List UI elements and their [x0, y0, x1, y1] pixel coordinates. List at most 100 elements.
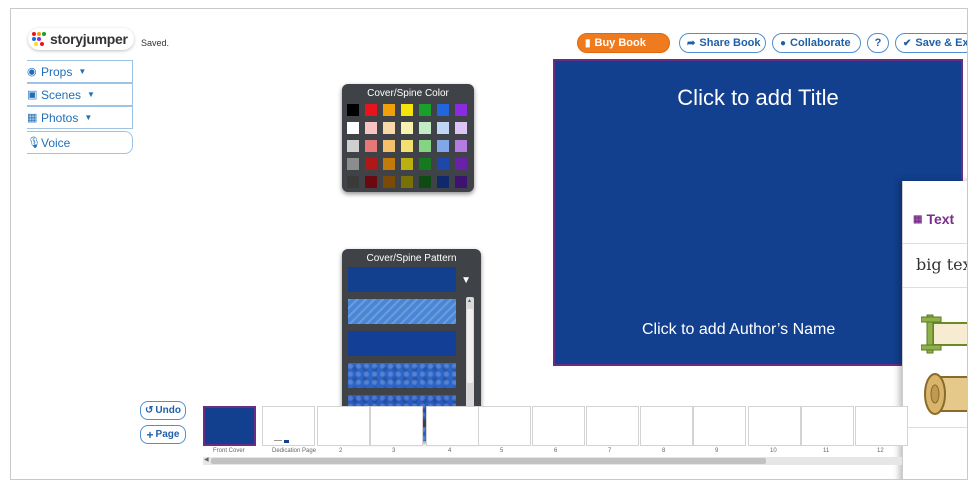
- pattern-option[interactable]: [348, 331, 456, 356]
- cover-author-placeholder[interactable]: Click to add Author’s Name: [642, 321, 835, 339]
- page-label: 10: [770, 448, 777, 454]
- scrollbar-thumb[interactable]: [467, 309, 473, 383]
- color-swatch[interactable]: [437, 176, 449, 188]
- color-swatch[interactable]: [347, 158, 359, 170]
- page-thumbnail[interactable]: [640, 406, 693, 446]
- voice-button[interactable]: 🎙 Voice: [27, 131, 133, 154]
- chevron-down-icon[interactable]: ▼: [461, 275, 471, 286]
- color-swatch[interactable]: [347, 104, 359, 116]
- page-label: 3: [392, 448, 396, 454]
- color-swatch[interactable]: [347, 176, 359, 188]
- share-book-label: Share Book: [699, 37, 761, 49]
- divider: [903, 243, 968, 244]
- divider: [903, 287, 968, 288]
- color-swatch[interactable]: [365, 158, 377, 170]
- color-swatch[interactable]: [347, 140, 359, 152]
- page-label: 6: [554, 448, 558, 454]
- color-swatch[interactable]: [401, 104, 413, 116]
- page-label: 5: [500, 448, 504, 454]
- page-thumbnail[interactable]: [262, 406, 315, 446]
- page-label: 2: [339, 448, 343, 454]
- scrollbar-thumb[interactable]: [211, 458, 766, 464]
- color-swatch[interactable]: [455, 122, 467, 134]
- page-thumbnail-front-cover[interactable]: [203, 406, 256, 446]
- divider: [903, 427, 968, 428]
- scroll-up-icon[interactable]: ▲: [467, 298, 472, 304]
- color-swatch[interactable]: [365, 122, 377, 134]
- color-swatch[interactable]: [419, 104, 431, 116]
- pattern-option[interactable]: [348, 267, 456, 292]
- pattern-option[interactable]: [348, 299, 456, 324]
- scenes-menu[interactable]: ▣ Scenes ▼: [27, 83, 133, 106]
- add-page-button[interactable]: + Page: [140, 425, 186, 444]
- buy-book-label: Buy Book: [594, 37, 646, 49]
- color-swatch[interactable]: [365, 104, 377, 116]
- color-swatch[interactable]: [455, 140, 467, 152]
- color-swatch[interactable]: [419, 122, 431, 134]
- color-swatch[interactable]: [455, 158, 467, 170]
- color-swatch[interactable]: [347, 122, 359, 134]
- help-button[interactable]: ?: [867, 33, 889, 53]
- scroll-left-icon[interactable]: ◀: [204, 456, 209, 463]
- voice-label: Voice: [41, 135, 71, 150]
- storyjumper-logo[interactable]: storyjumper: [28, 28, 134, 50]
- photos-label: Photos: [41, 110, 79, 125]
- save-status: Saved.: [141, 38, 170, 48]
- buy-book-button[interactable]: ▮ Buy Book: [577, 33, 670, 53]
- text-panel-title: Text: [926, 211, 955, 227]
- page-thumbnail[interactable]: [370, 406, 423, 446]
- page-thumbnail[interactable]: [855, 406, 908, 446]
- color-swatch[interactable]: [401, 158, 413, 170]
- help-label: ?: [874, 37, 882, 49]
- props-menu[interactable]: ◉ Props ▼: [27, 60, 133, 83]
- color-swatch[interactable]: [383, 104, 395, 116]
- color-swatch[interactable]: [419, 140, 431, 152]
- page-label: 11: [823, 448, 830, 454]
- color-swatch[interactable]: [437, 158, 449, 170]
- filmstrip-scrollbar[interactable]: ◀: [203, 457, 902, 465]
- color-swatch[interactable]: [419, 158, 431, 170]
- plus-icon: +: [146, 427, 154, 442]
- color-swatch[interactable]: [401, 140, 413, 152]
- big-text-option[interactable]: big tex: [916, 255, 968, 274]
- color-swatch[interactable]: [455, 176, 467, 188]
- color-swatch[interactable]: [437, 122, 449, 134]
- color-swatch[interactable]: [383, 122, 395, 134]
- collaborate-button[interactable]: ● Collaborate: [772, 33, 861, 53]
- color-swatch[interactable]: [383, 140, 395, 152]
- color-swatch[interactable]: [437, 140, 449, 152]
- collaborate-label: Collaborate: [790, 37, 851, 49]
- page-thumbnail[interactable]: [693, 406, 746, 446]
- page-label: 7: [608, 448, 612, 454]
- share-book-button[interactable]: ➦ Share Book: [679, 33, 766, 53]
- pattern-option[interactable]: [348, 363, 456, 388]
- color-swatch[interactable]: [401, 176, 413, 188]
- page-thumbnail[interactable]: [478, 406, 531, 446]
- bamboo-sign-option[interactable]: [921, 305, 968, 361]
- color-swatch[interactable]: [383, 158, 395, 170]
- cover-title-placeholder[interactable]: Click to add Title: [555, 85, 961, 111]
- scroll-option[interactable]: [921, 369, 968, 419]
- props-icon: ◉: [27, 66, 37, 78]
- color-swatch[interactable]: [365, 176, 377, 188]
- page-thumbnail[interactable]: [532, 406, 585, 446]
- undo-button[interactable]: ↺ Undo: [140, 401, 186, 420]
- photos-menu[interactable]: ▦ Photos ▼: [27, 106, 133, 129]
- scenes-icon: ▣: [27, 89, 38, 101]
- page-thumbnail[interactable]: [317, 406, 370, 446]
- color-swatch[interactable]: [419, 176, 431, 188]
- page-thumbnail[interactable]: [586, 406, 639, 446]
- page-thumbnail[interactable]: [426, 406, 479, 446]
- chevron-down-icon: ▼: [87, 90, 95, 99]
- thumbnail-mark: [284, 440, 289, 443]
- color-swatch[interactable]: [383, 176, 395, 188]
- color-swatch[interactable]: [365, 140, 377, 152]
- props-label: Props: [41, 64, 73, 79]
- share-icon: ➦: [687, 37, 696, 49]
- page-thumbnail[interactable]: [748, 406, 801, 446]
- color-swatch[interactable]: [437, 104, 449, 116]
- color-swatch[interactable]: [401, 122, 413, 134]
- save-exit-button[interactable]: ✔ Save & Exit: [895, 33, 968, 53]
- page-thumbnail[interactable]: [801, 406, 854, 446]
- color-swatch[interactable]: [455, 104, 467, 116]
